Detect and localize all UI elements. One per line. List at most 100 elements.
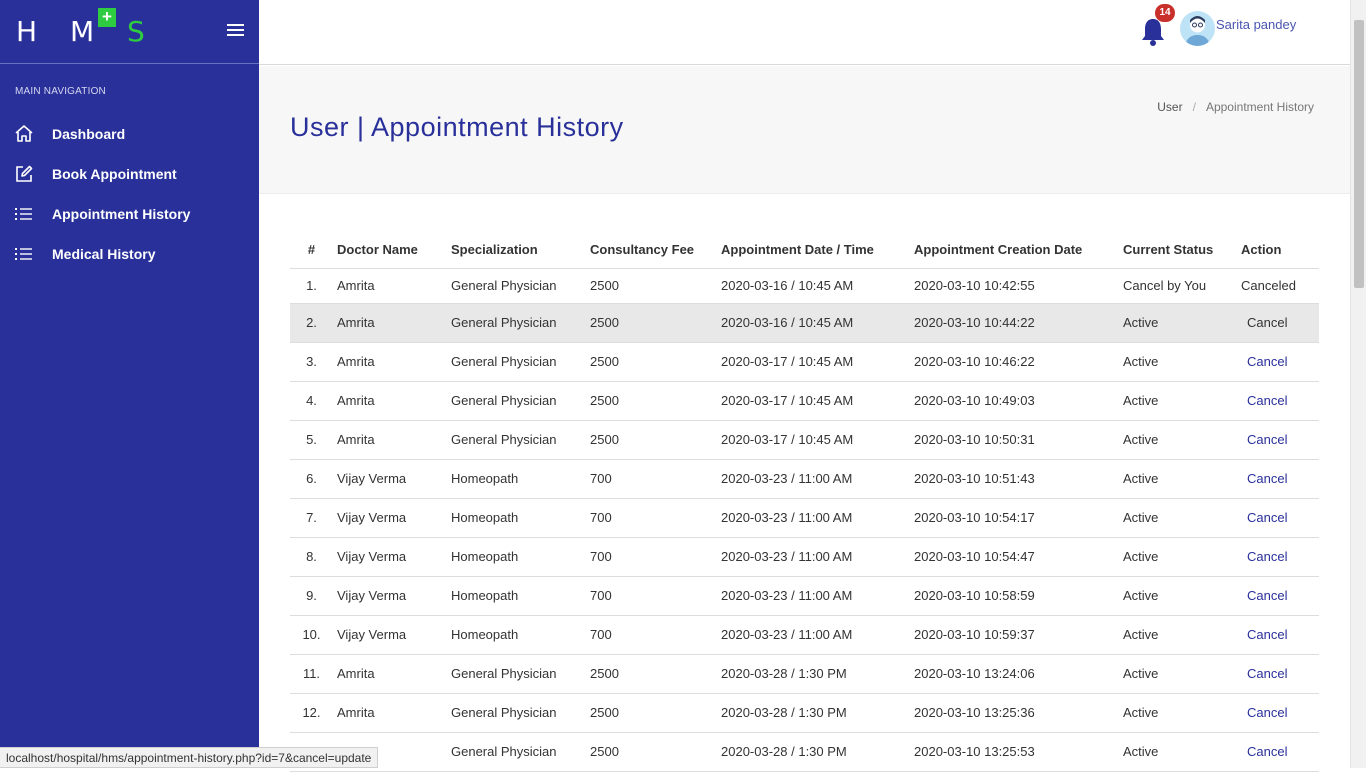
username[interactable]: Sarita pandey xyxy=(1216,17,1296,32)
cancel-link[interactable]: Cancel xyxy=(1241,354,1287,369)
cancel-link[interactable]: Cancel xyxy=(1241,549,1287,564)
table-row: 10. Vijay Verma Homeopath 700 2020-03-23 / 1… xyxy=(290,615,1319,655)
table-row: 4. Amrita General Physician 2500 2020-03-17 … xyxy=(290,381,1319,421)
table-cell: 2. xyxy=(290,303,337,343)
status-bar-url: localhost/hospital/hms/appointment-histo… xyxy=(0,747,379,768)
cancel-link[interactable]: Cancel xyxy=(1241,666,1287,681)
action-cell: Cancel xyxy=(1241,303,1319,343)
cancel-link[interactable]: Cancel xyxy=(1241,510,1287,525)
column-header: Current Status xyxy=(1123,232,1241,269)
table-cell: General Physician xyxy=(451,342,590,382)
action-cell: Cancel xyxy=(1241,732,1319,772)
action-cell: Cancel xyxy=(1241,342,1319,382)
table-cell: Active xyxy=(1123,615,1241,655)
list-icon xyxy=(0,246,52,262)
sidebar-item-medical-history[interactable]: Medical History xyxy=(0,234,259,274)
table-cell: 2020-03-23 / 11:00 AM xyxy=(721,498,914,538)
table-row: 8. Vijay Verma Homeopath 700 2020-03-23 / 11… xyxy=(290,537,1319,577)
table-cell: 2020-03-10 10:51:43 xyxy=(914,459,1123,499)
table-cell: 2020-03-10 10:54:47 xyxy=(914,537,1123,577)
cancel-link[interactable]: Cancel xyxy=(1241,315,1287,330)
table-row: 5. Amrita General Physician 2500 2020-03-17 … xyxy=(290,420,1319,460)
table-cell: Homeopath xyxy=(451,498,590,538)
table-cell: 5. xyxy=(290,420,337,460)
appointment-history-table: # Doctor Name Specialization Consultancy… xyxy=(290,232,1319,772)
page-scrollbar[interactable] xyxy=(1350,0,1366,768)
page-title: User | Appointment History xyxy=(290,112,624,142)
hms-logo[interactable]: H M S xyxy=(16,15,157,48)
column-header: Specialization xyxy=(451,232,590,269)
table-cell: 2020-03-28 / 1:30 PM xyxy=(721,693,914,733)
table-cell: 2020-03-10 10:42:55 xyxy=(914,268,1123,304)
table-cell: 2020-03-10 10:59:37 xyxy=(914,615,1123,655)
table-cell: 2500 xyxy=(590,381,721,421)
table-cell: Homeopath xyxy=(451,537,590,577)
table-cell: 700 xyxy=(590,498,721,538)
table-row: 12. Amrita General Physician 2500 2020-03-28… xyxy=(290,693,1319,733)
table-cell: Active xyxy=(1123,576,1241,616)
page-header: User | Appointment History User / Appointm… xyxy=(259,66,1350,194)
breadcrumb-user[interactable]: User xyxy=(1157,100,1182,114)
avatar[interactable] xyxy=(1180,11,1215,46)
table-cell: Amrita xyxy=(337,381,451,421)
menu-toggle-icon[interactable] xyxy=(227,24,244,38)
table-cell: 2500 xyxy=(590,268,721,304)
home-icon xyxy=(0,124,52,144)
sidebar-item-appointment-history[interactable]: Appointment History xyxy=(0,194,259,234)
table-cell: Vijay Verma xyxy=(337,459,451,499)
table-cell: General Physician xyxy=(451,420,590,460)
table-cell: 2020-03-10 13:24:06 xyxy=(914,654,1123,694)
table-cell: General Physician xyxy=(451,693,590,733)
breadcrumb-separator: / xyxy=(1192,100,1196,114)
cancel-link[interactable]: Cancel xyxy=(1241,588,1287,603)
cancel-link[interactable]: Cancel xyxy=(1241,627,1287,642)
table-cell: 2020-03-28 / 1:30 PM xyxy=(721,732,914,772)
cancel-link[interactable]: Cancel xyxy=(1241,393,1287,408)
table-cell: 2020-03-23 / 11:00 AM xyxy=(721,615,914,655)
table-cell: Active xyxy=(1123,654,1241,694)
table-row: General Physician 2500 2020-03-28 / 1:30 P… xyxy=(290,732,1319,772)
action-cell: Cancel xyxy=(1241,693,1319,733)
table-cell: 7. xyxy=(290,498,337,538)
table-cell: 4. xyxy=(290,381,337,421)
scrollbar-thumb[interactable] xyxy=(1354,20,1364,288)
table-cell: Amrita xyxy=(337,342,451,382)
cancel-link[interactable]: Cancel xyxy=(1241,432,1287,447)
table-cell: Homeopath xyxy=(451,615,590,655)
table-cell: Amrita xyxy=(337,420,451,460)
table-row: 3. Amrita General Physician 2500 2020-03-17 … xyxy=(290,342,1319,382)
table-cell: Active xyxy=(1123,459,1241,499)
sidebar-item-dashboard[interactable]: Dashboard xyxy=(0,114,259,154)
notification-badge: 14 xyxy=(1155,4,1175,22)
column-header: Appointment Creation Date xyxy=(914,232,1123,269)
table-cell: 8. xyxy=(290,537,337,577)
action-cell: Cancel xyxy=(1241,459,1319,499)
table-cell: General Physician xyxy=(451,381,590,421)
table-cell: 2020-03-10 10:50:31 xyxy=(914,420,1123,460)
action-cell: Cancel xyxy=(1241,420,1319,460)
table-cell: 2020-03-23 / 11:00 AM xyxy=(721,576,914,616)
sidebar-item-label: Dashboard xyxy=(52,126,126,142)
sidebar: H M S + MAIN NAVIGATION Dashboard Book A… xyxy=(0,0,259,768)
list-icon xyxy=(0,206,52,222)
sidebar-item-label: Appointment History xyxy=(52,206,191,222)
table-cell: Active xyxy=(1123,420,1241,460)
cancel-link[interactable]: Cancel xyxy=(1241,471,1287,486)
sidebar-item-book-appointment[interactable]: Book Appointment xyxy=(0,154,259,194)
table-cell: 1. xyxy=(290,268,337,304)
table-cell: 2020-03-23 / 11:00 AM xyxy=(721,459,914,499)
action-cell: Cancel xyxy=(1241,537,1319,577)
table-cell: 2500 xyxy=(590,654,721,694)
table-cell: 9. xyxy=(290,576,337,616)
logo-text: H M xyxy=(16,15,107,48)
logo-plus-icon: + xyxy=(98,8,116,27)
table-cell: Active xyxy=(1123,381,1241,421)
cancel-link[interactable]: Cancel xyxy=(1241,705,1287,720)
column-header: Consultancy Fee xyxy=(590,232,721,269)
table-cell: General Physician xyxy=(451,303,590,343)
table-row: 9. Vijay Verma Homeopath 700 2020-03-23 / 11… xyxy=(290,576,1319,616)
table-cell: 2020-03-17 / 10:45 AM xyxy=(721,381,914,421)
table-cell: 2020-03-10 10:46:22 xyxy=(914,342,1123,382)
cancel-link[interactable]: Cancel xyxy=(1241,744,1287,759)
table-cell: 2020-03-28 / 1:30 PM xyxy=(721,654,914,694)
